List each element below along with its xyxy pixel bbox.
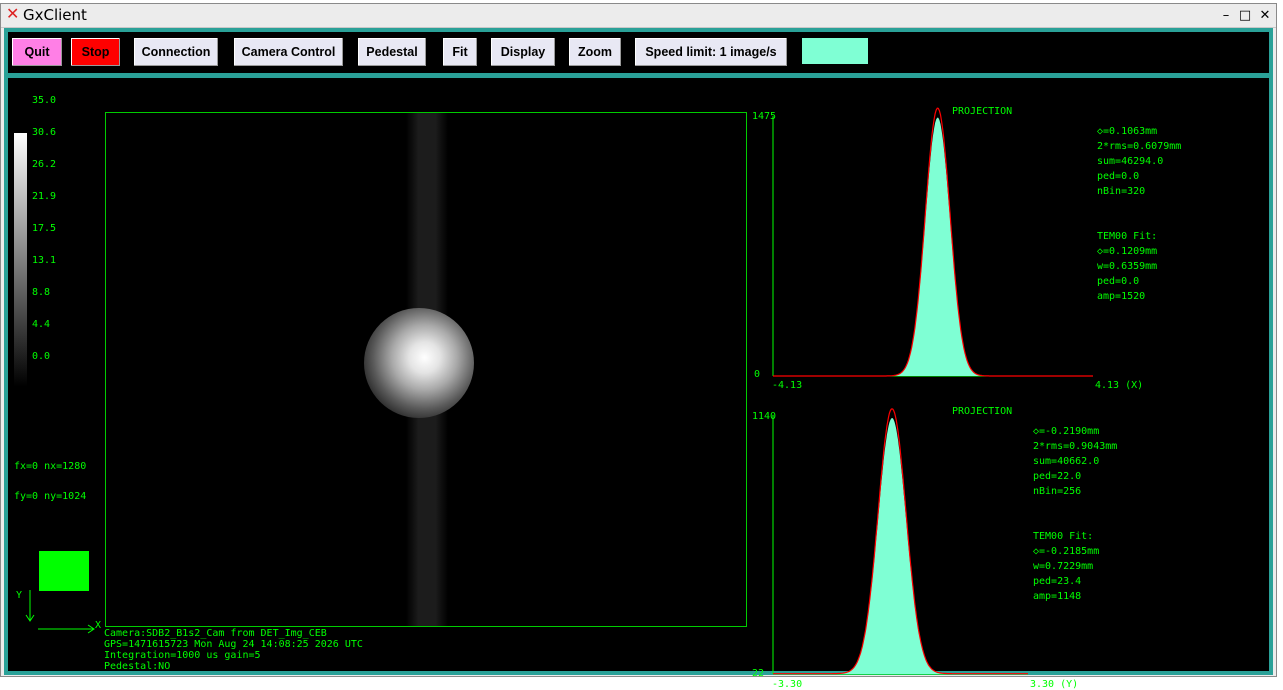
fx-readout: fx=0 nx=1280 bbox=[14, 461, 87, 472]
maximize-icon[interactable]: □ bbox=[1237, 8, 1253, 23]
projection-x-fit: amp=1520 bbox=[1097, 291, 1146, 302]
projection-y-xmin: -3.30 bbox=[772, 679, 803, 690]
projection-y-plot bbox=[772, 408, 1028, 675]
projection-x-stat: nBin=320 bbox=[1097, 186, 1146, 197]
title-bar: ✕ GxClient – □ ✕ bbox=[1, 4, 1276, 28]
projection-y-ymin: 22 bbox=[752, 668, 765, 679]
axis-x-label: X bbox=[95, 620, 102, 631]
colorbar-label: 26.2 bbox=[32, 159, 57, 170]
projection-y-fit: ped=23.4 bbox=[1033, 576, 1082, 587]
projection-y-stat: ped=22.0 bbox=[1033, 471, 1082, 482]
projection-x-plot bbox=[772, 107, 1093, 377]
colorbar-label: 17.5 bbox=[32, 223, 57, 234]
beam-spot bbox=[364, 308, 474, 418]
fit-button[interactable]: Fit bbox=[443, 38, 477, 66]
connection-button[interactable]: Connection bbox=[134, 38, 218, 66]
window-title: GxClient bbox=[23, 6, 87, 24]
speed-limit-button[interactable]: Speed limit: 1 image/s bbox=[635, 38, 787, 66]
display-button[interactable]: Display bbox=[491, 38, 555, 66]
display-area: 35.0 30.6 26.2 21.9 17.5 13.1 8.8 4.4 0.… bbox=[8, 78, 1269, 690]
projection-y-stat: ◇=-0.2190mm bbox=[1033, 426, 1100, 437]
minimize-icon[interactable]: – bbox=[1218, 8, 1234, 23]
colorbar-label: 4.4 bbox=[32, 319, 51, 330]
x-app-icon: ✕ bbox=[6, 4, 20, 23]
projection-x-fit: ped=0.0 bbox=[1097, 276, 1140, 287]
colorbar-label: 35.0 bbox=[32, 95, 57, 106]
zoom-button[interactable]: Zoom bbox=[569, 38, 621, 66]
integration-info: Integration=1000 us gain=5 bbox=[104, 650, 261, 661]
projection-y-fit: w=0.7229mm bbox=[1033, 561, 1094, 572]
fy-readout: fy=0 ny=1024 bbox=[14, 491, 87, 502]
projection-y-fit-title: TEM00 Fit: bbox=[1033, 531, 1094, 542]
projection-y-fit: ◇=-0.2185mm bbox=[1033, 546, 1100, 557]
pedestal-button[interactable]: Pedestal bbox=[358, 38, 426, 66]
app-window: ✕ GxClient – □ ✕ Quit Stop Connection Ca… bbox=[0, 3, 1277, 690]
intensity-colorbar bbox=[14, 133, 27, 387]
projection-x-ymin: 0 bbox=[754, 369, 761, 380]
projection-y-ymax: 1140 bbox=[752, 411, 777, 422]
status-color-swatch[interactable] bbox=[802, 38, 868, 64]
colorbar-label: 0.0 bbox=[32, 351, 51, 362]
projection-y-stat: sum=40662.0 bbox=[1033, 456, 1100, 467]
projection-y-stat: 2*rms=0.9043mm bbox=[1033, 441, 1118, 452]
camera-info: Camera:SDB2_B1s2_Cam from DET_Img_CEB bbox=[104, 628, 327, 639]
projection-y-fit: amp=1148 bbox=[1033, 591, 1082, 602]
projection-x-stat: ◇=0.1063mm bbox=[1097, 126, 1158, 137]
pedestal-info: Pedestal:NO bbox=[104, 661, 171, 672]
projection-x-fit: w=0.6359mm bbox=[1097, 261, 1158, 272]
client-frame: Quit Stop Connection Camera Control Pede… bbox=[4, 28, 1273, 690]
projection-y-xmax: 3.30 (Y) bbox=[1030, 679, 1079, 690]
quit-button[interactable]: Quit bbox=[12, 38, 62, 66]
projection-x-xmax: 4.13 (X) bbox=[1095, 380, 1144, 391]
projection-x-stat: 2*rms=0.6079mm bbox=[1097, 141, 1182, 152]
toolbar: Quit Stop Connection Camera Control Pede… bbox=[8, 32, 1269, 73]
axis-y-label: Y bbox=[16, 590, 23, 601]
projection-x-title: PROJECTION bbox=[952, 106, 1013, 117]
axis-arrows bbox=[25, 590, 95, 634]
projection-y-stat: nBin=256 bbox=[1033, 486, 1082, 497]
projection-x-stat: sum=46294.0 bbox=[1097, 156, 1164, 167]
projection-y-title: PROJECTION bbox=[952, 406, 1013, 417]
projection-x-area bbox=[773, 117, 1093, 376]
colorbar-label: 21.9 bbox=[32, 191, 57, 202]
colorbar-label: 8.8 bbox=[32, 287, 51, 298]
projection-x-fit: ◇=0.1209mm bbox=[1097, 246, 1158, 257]
colorbar-label: 30.6 bbox=[32, 127, 57, 138]
projection-x-xmin: -4.13 bbox=[772, 380, 803, 391]
camera-image[interactable] bbox=[105, 112, 747, 627]
camera-control-button[interactable]: Camera Control bbox=[234, 38, 343, 66]
projection-x-fit-title: TEM00 Fit: bbox=[1097, 231, 1158, 242]
projection-x-ymax: 1475 bbox=[752, 111, 777, 122]
close-icon[interactable]: ✕ bbox=[1257, 8, 1273, 23]
gps-info: GPS=1471615723 Mon Aug 24 14:08:25 2026 … bbox=[104, 639, 363, 650]
projection-x-stat: ped=0.0 bbox=[1097, 171, 1140, 182]
colorbar-label: 13.1 bbox=[32, 255, 57, 266]
stop-button[interactable]: Stop bbox=[71, 38, 120, 66]
